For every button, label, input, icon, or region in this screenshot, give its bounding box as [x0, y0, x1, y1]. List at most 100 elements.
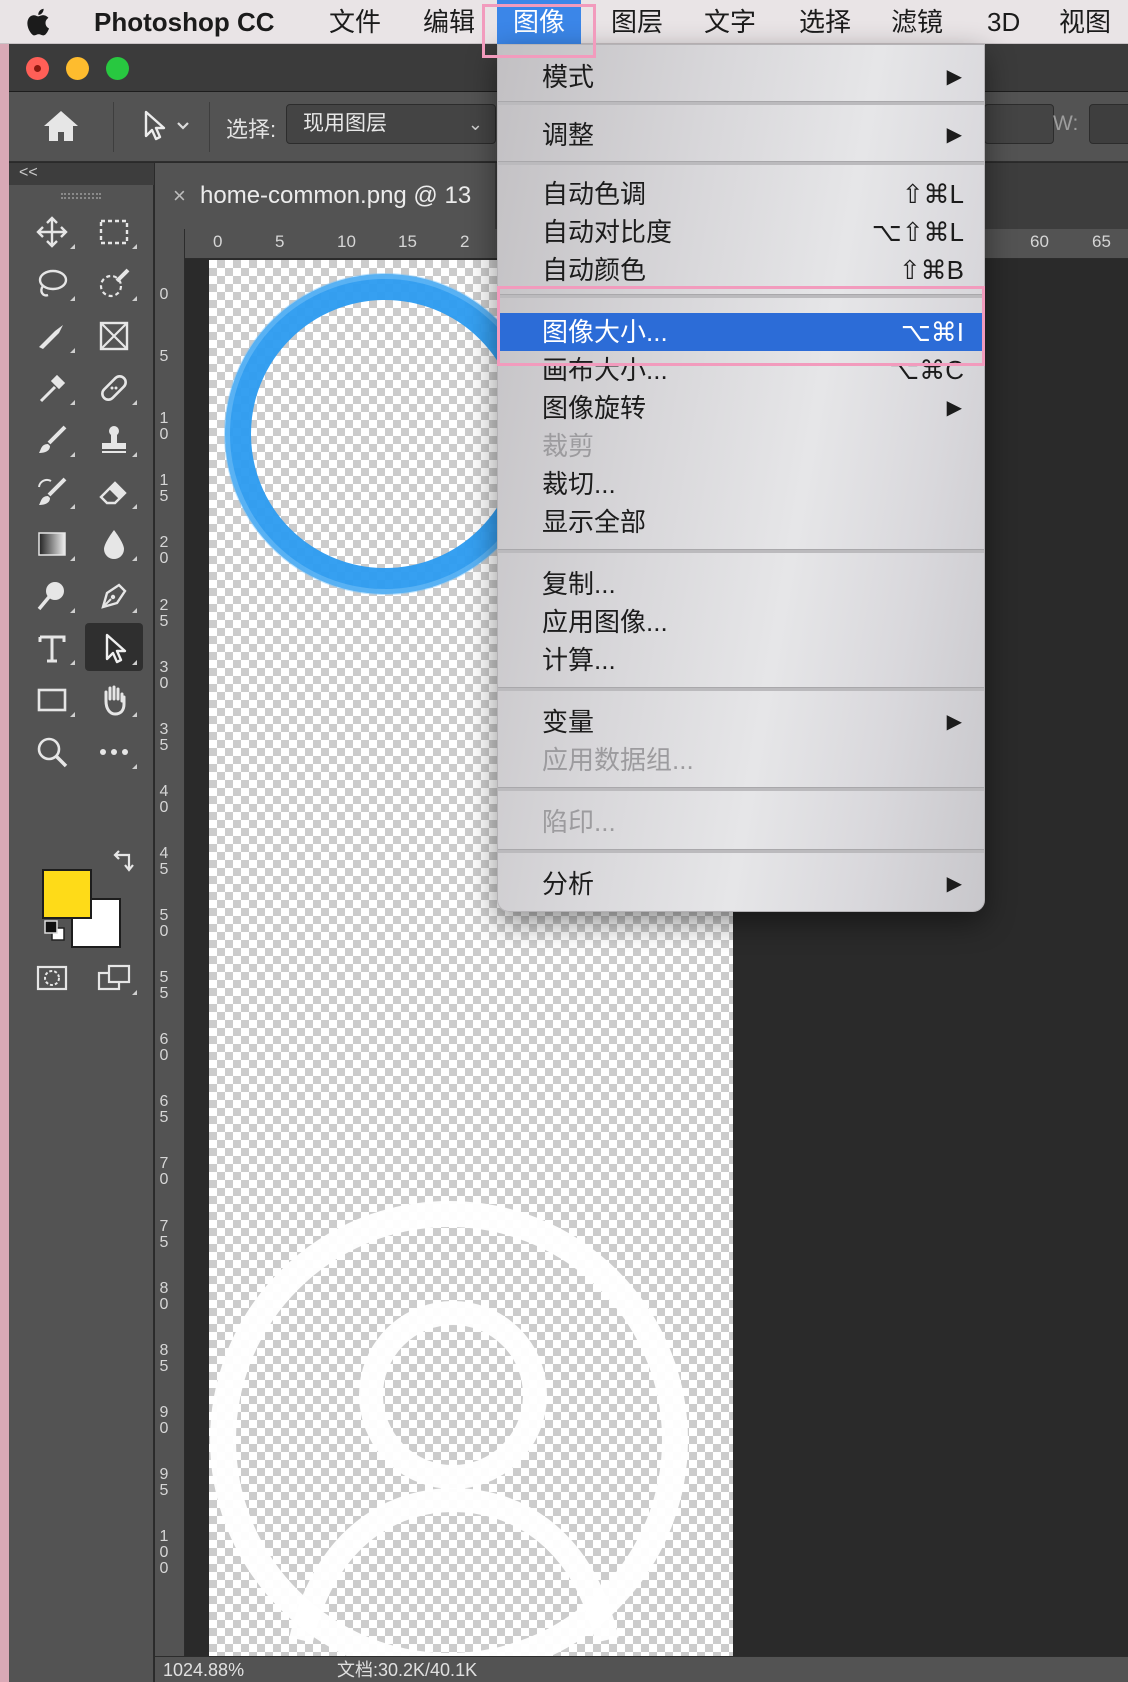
gradient-tool[interactable] [23, 519, 81, 567]
menu-item-crop: 裁剪 [542, 431, 595, 461]
ruler-tick-label: 20 [159, 534, 169, 567]
auto-select-value: 现用图层 [303, 112, 387, 135]
image-menu-dropdown: 模式 ▶ 调整 ▶ 自动色调 ⇧⌘L 自动对比度 ⌥⇧⌘L 自动颜色 ⇧⌘B 图… [497, 44, 985, 912]
quick-mask-button[interactable] [23, 953, 81, 1001]
menu-type[interactable]: 文字 [704, 0, 756, 44]
menu-layer[interactable]: 图层 [611, 0, 663, 44]
ruler-tick-label: 65 [159, 1093, 169, 1126]
pen-tool[interactable] [85, 571, 143, 619]
menu-item-auto-contrast[interactable]: 自动对比度 ⌥⇧⌘L [498, 213, 984, 251]
menu-item-auto-tone[interactable]: 自动色调 ⇧⌘L [498, 175, 984, 213]
width-input[interactable] [1089, 104, 1128, 144]
ruler-tick-label: 5 [275, 232, 285, 251]
brush-icon [39, 425, 67, 453]
clone-stamp-tool[interactable] [85, 415, 143, 463]
vertical-ruler[interactable]: 0 5 10 15 20 25 30 35 40 45 50 55 60 65 70 75 80 85 90 95 10… [155, 229, 185, 1682]
auto-select-label: 选择: [226, 117, 277, 142]
type-tool[interactable] [23, 623, 81, 671]
swap-colors-icon[interactable] [109, 849, 137, 877]
edit-toolbar-button[interactable] [85, 727, 143, 775]
zoom-tool[interactable] [23, 727, 81, 775]
tools-panel-grip[interactable] [61, 193, 101, 199]
brush-tool[interactable] [23, 415, 81, 463]
home-icon[interactable] [39, 104, 83, 148]
zoom-level[interactable]: 1024.88% [163, 1657, 244, 1682]
tools-panel-collapse-button[interactable]: << [9, 163, 154, 185]
submenu-arrow-icon: ▶ [946, 124, 962, 146]
blur-tool[interactable] [85, 519, 143, 567]
minimize-window-button[interactable] [66, 57, 89, 80]
menu-item-trim[interactable]: 裁切... [498, 465, 984, 503]
menu-view[interactable]: 视图 [1059, 0, 1111, 44]
water-drop-icon [104, 530, 124, 559]
rectangle-tool[interactable] [23, 675, 81, 723]
menu-filter[interactable]: 滤镜 [891, 0, 943, 44]
eyedropper-icon [39, 374, 66, 403]
screen-mode-button[interactable] [85, 953, 143, 1001]
hand-tool[interactable] [85, 675, 143, 723]
ruler-tick-label: 100 [159, 1528, 169, 1577]
menu-separator [498, 687, 984, 691]
arrow-pointer-icon [105, 633, 127, 664]
slice-tool[interactable] [23, 311, 81, 359]
lasso-tool[interactable] [23, 259, 81, 307]
ruler-tick-label: 65 [1092, 232, 1111, 251]
magnifier-icon [37, 737, 68, 768]
eyedropper-tool[interactable] [23, 363, 81, 411]
menu-item-variables[interactable]: 变量 ▶ [498, 703, 984, 741]
white-user-head-shape [359, 1301, 547, 1489]
menu-item-duplicate[interactable]: 复制... [498, 565, 984, 603]
options-dropdown[interactable] [984, 104, 1054, 144]
menu-file[interactable]: 文件 [329, 0, 381, 44]
ruler-tick-label: 15 [159, 472, 169, 505]
path-selection-tool[interactable] [85, 623, 143, 671]
apple-logo-icon[interactable] [26, 6, 54, 38]
dodge-icon [37, 582, 64, 611]
menu-item-analysis[interactable]: 分析 ▶ [498, 865, 984, 903]
close-tab-icon[interactable]: × [173, 163, 186, 229]
move-tool-preset-icon[interactable] [134, 106, 194, 146]
gradient-icon [38, 532, 66, 556]
menu-item-calculations[interactable]: 计算... [498, 641, 984, 679]
quick-selection-tool[interactable] [85, 259, 143, 307]
menu-item-reveal-all[interactable]: 显示全部 [498, 503, 984, 541]
menu-item-auto-color[interactable]: 自动颜色 ⇧⌘B [498, 251, 984, 289]
menu-item-mode[interactable]: 模式 ▶ [498, 58, 984, 96]
document-tab[interactable]: × home-common.png @ 13 [155, 163, 495, 229]
options-divider [113, 102, 114, 152]
marquee-tool[interactable] [85, 207, 143, 255]
dodge-tool[interactable] [23, 571, 81, 619]
menu-select[interactable]: 选择 [799, 0, 851, 44]
eraser-icon [99, 481, 127, 505]
healing-brush-tool[interactable] [85, 363, 143, 411]
menu-edit[interactable]: 编辑 [423, 0, 475, 44]
quick-selection-icon [99, 268, 130, 298]
history-brush-tool[interactable] [23, 467, 81, 515]
eraser-tool[interactable] [85, 467, 143, 515]
chevron-down-icon: ⌄ [467, 114, 483, 134]
lasso-icon [38, 269, 68, 297]
menu-item-apply-image[interactable]: 应用图像... [498, 603, 984, 641]
menu-item-canvas-size[interactable]: 画布大小... ⌥⌘C [498, 351, 984, 389]
macos-menubar: Photoshop CC 文件 编辑 图像 图层 文字 选择 滤镜 3D 视图 [0, 0, 1128, 44]
menu-image[interactable]: 图像 [497, 0, 582, 44]
document-title: home-common.png @ 13 [200, 182, 472, 209]
app-name-menu[interactable]: Photoshop CC [94, 0, 275, 44]
menu-item-adjustments[interactable]: 调整 ▶ [498, 116, 984, 154]
maximize-window-button[interactable] [106, 57, 129, 80]
menu-item-trap: 陷印... [542, 807, 616, 837]
auto-select-dropdown[interactable]: 现用图层 ⌄ [286, 104, 496, 144]
menu-item-image-rotation[interactable]: 图像旋转 ▶ [498, 389, 984, 427]
close-window-button[interactable] [26, 57, 49, 80]
ruler-tick-label: 50 [159, 907, 169, 940]
move-tool[interactable] [23, 207, 81, 255]
ruler-tick-label: 35 [159, 721, 169, 754]
document-info[interactable]: 文档:30.2K/40.1K [337, 1657, 477, 1682]
menu-item-image-size[interactable]: 图像大小... ⌥⌘I [498, 313, 984, 351]
shortcut-label: ⇧⌘B [898, 255, 964, 285]
foreground-color-swatch[interactable] [42, 869, 92, 919]
menu-3d[interactable]: 3D [987, 0, 1020, 44]
default-colors-icon[interactable] [42, 918, 66, 942]
frame-tool[interactable] [85, 311, 143, 359]
shortcut-label: ⌥⌘I [900, 317, 964, 347]
